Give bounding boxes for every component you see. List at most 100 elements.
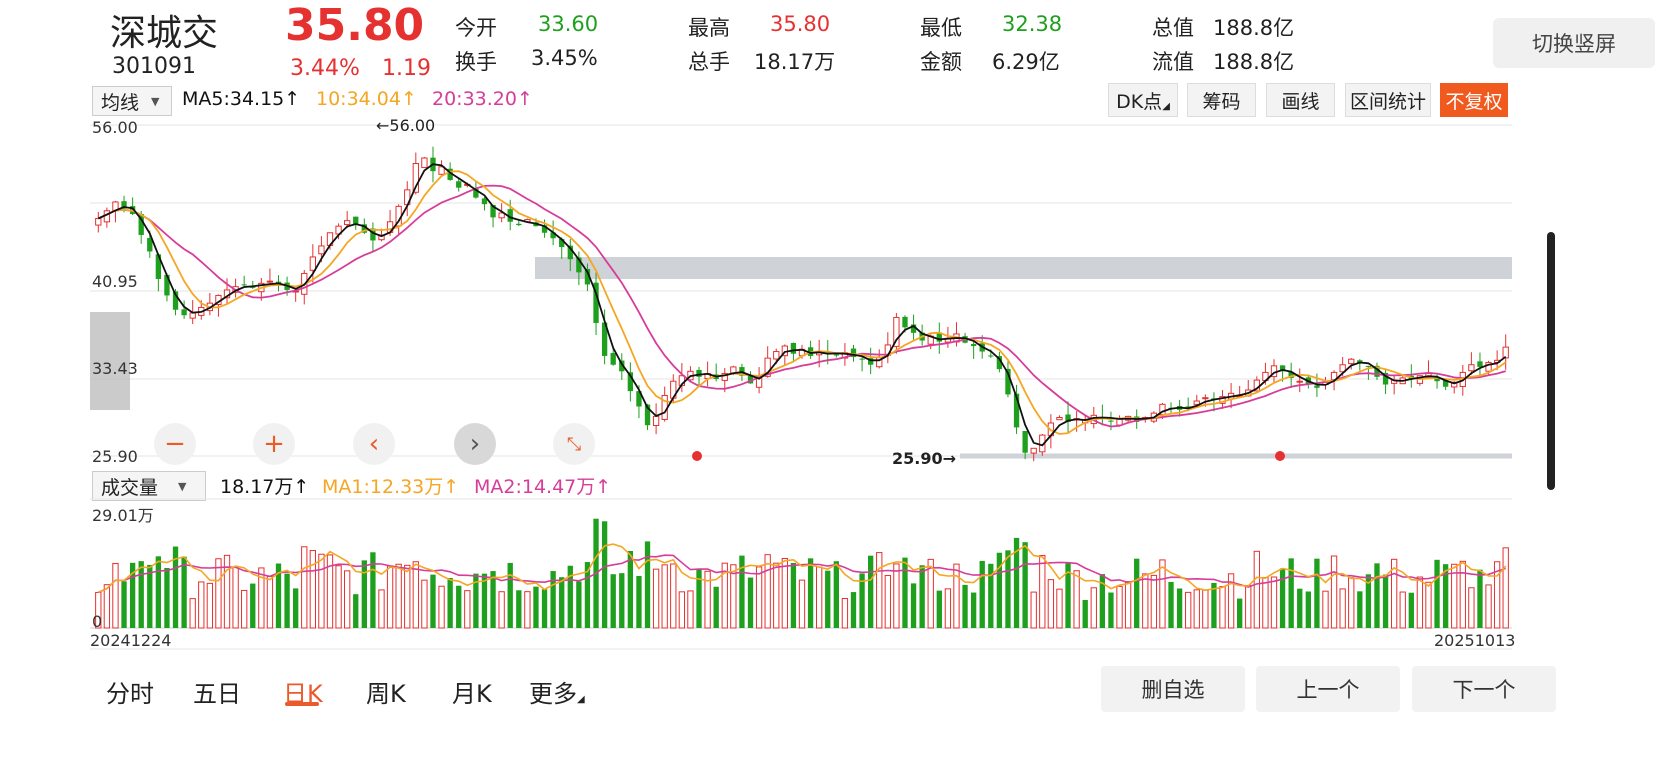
volume-bar xyxy=(850,592,857,628)
vol-ma1-readout: MA1:12.33万↑ xyxy=(322,472,459,499)
y-axis-mid-low: 33.43 xyxy=(92,359,138,378)
open-label: 今开 xyxy=(455,16,497,40)
candlestick xyxy=(1382,369,1389,395)
volume-bar xyxy=(412,561,419,629)
volume-bar xyxy=(1082,599,1088,628)
volume-bar xyxy=(601,521,608,628)
candle-body xyxy=(189,312,196,319)
candlestick xyxy=(1296,368,1303,393)
candle-body xyxy=(1202,397,1209,400)
dk-point-label: DK点 xyxy=(1116,90,1163,113)
volume-bar xyxy=(1262,576,1269,629)
draw-line-button[interactable]: 画线 xyxy=(1266,83,1335,117)
candle-body xyxy=(1314,385,1320,388)
volume-bar xyxy=(541,589,548,628)
range-stats-button[interactable]: 区间统计 xyxy=(1345,83,1431,117)
volume-bar xyxy=(1056,588,1063,629)
candle-body xyxy=(902,316,908,328)
dk-marker[interactable] xyxy=(1275,451,1285,461)
chevron-left-icon[interactable]: ‹ xyxy=(353,423,395,465)
chip-button[interactable]: 筹码 xyxy=(1187,83,1256,117)
volume-bar xyxy=(1193,589,1200,629)
date-end: 20251013 xyxy=(1434,631,1516,650)
volume-label: 总手 xyxy=(688,50,730,74)
remove-favorite-button[interactable]: 删自选 xyxy=(1101,666,1245,712)
volume-bar xyxy=(447,577,453,628)
next-button[interactable]: 下一个 xyxy=(1412,666,1556,712)
candle-body xyxy=(1477,361,1483,367)
resistance-band xyxy=(535,257,1512,279)
volume-bar xyxy=(138,561,144,628)
volume-bar xyxy=(378,589,385,629)
volume-bar xyxy=(1485,584,1492,629)
volume-bar xyxy=(344,570,351,629)
volume-value: 18.17万 xyxy=(754,50,836,74)
volume-bar xyxy=(1202,589,1209,629)
low-marker: 25.90→ xyxy=(892,449,957,468)
high-label: 最高 xyxy=(688,16,730,40)
active-tab-underline xyxy=(285,702,319,706)
volume-bar xyxy=(970,592,977,628)
stock-name: 深城交 xyxy=(110,13,219,54)
candlestick xyxy=(807,340,814,359)
candle-body xyxy=(181,309,187,316)
volume-bar xyxy=(1116,585,1123,629)
candlestick-chart[interactable] xyxy=(90,115,1512,467)
high-marker-value: 56.00 xyxy=(389,116,436,135)
volume-bar xyxy=(1047,579,1055,629)
volume-bar xyxy=(936,590,942,628)
volume-bar xyxy=(1030,591,1037,629)
candlestick xyxy=(1099,404,1106,426)
volume-select[interactable]: 成交量 ▼ xyxy=(92,471,206,501)
volume-bar xyxy=(833,561,839,628)
volume-bar xyxy=(1090,587,1097,629)
candlestick xyxy=(652,403,660,435)
volume-bar xyxy=(1253,550,1260,629)
switch-portrait-button[interactable]: 切换竖屏 xyxy=(1493,18,1655,68)
candle-body xyxy=(833,354,839,356)
candlestick xyxy=(421,156,428,169)
ma20-arrow-icon: ↑ xyxy=(516,88,533,110)
volume-bar xyxy=(309,550,316,629)
volume-bar xyxy=(1245,584,1252,629)
volume-bar xyxy=(1425,581,1432,629)
turnover-value: 3.45% xyxy=(531,46,598,70)
no-adjust-button[interactable]: 不复权 xyxy=(1440,83,1508,117)
candle-body xyxy=(859,358,865,360)
volume-bar xyxy=(524,591,531,629)
chevron-right-icon[interactable]: › xyxy=(454,423,496,465)
dk-point-button[interactable]: DK点 ◢ xyxy=(1108,83,1178,117)
dk-marker[interactable] xyxy=(692,451,702,461)
volume-bar xyxy=(198,581,205,629)
plus-icon[interactable]: + xyxy=(253,423,295,465)
candlestick xyxy=(370,222,376,252)
volume-bar xyxy=(1502,547,1509,629)
volume-bar xyxy=(576,581,582,628)
mktcap-label: 总值 xyxy=(1152,16,1194,40)
tab-timeshare[interactable]: 分时 xyxy=(106,674,154,709)
previous-button[interactable]: 上一个 xyxy=(1256,666,1400,712)
volume-chart[interactable] xyxy=(90,498,1512,650)
candlestick xyxy=(661,386,668,422)
ma-select[interactable]: 均线 ▼ xyxy=(92,86,172,116)
tab-weekly-k[interactable]: 周K xyxy=(366,674,406,709)
ma10-line xyxy=(97,170,1507,435)
volume-bar xyxy=(301,546,308,629)
volume-y-max: 29.01万 xyxy=(92,506,154,525)
volume-bar xyxy=(755,566,763,629)
volume-bar xyxy=(687,590,694,629)
shrink-icon[interactable]: ⤡ xyxy=(553,423,595,465)
candlestick xyxy=(241,275,247,287)
scrollbar[interactable] xyxy=(1547,232,1555,490)
tab-more[interactable]: 更多◢ xyxy=(529,674,585,709)
volume-bar xyxy=(533,586,539,628)
tab-monthly-k[interactable]: 月K xyxy=(452,674,492,709)
candle-body xyxy=(421,157,428,169)
volume-bar xyxy=(155,556,162,628)
candle-body xyxy=(1502,346,1509,359)
volume-bar xyxy=(902,557,908,628)
volume-bar xyxy=(678,591,686,629)
minus-icon[interactable]: − xyxy=(154,423,196,465)
candle-body xyxy=(516,223,522,226)
tab-five-day[interactable]: 五日 xyxy=(193,674,241,709)
